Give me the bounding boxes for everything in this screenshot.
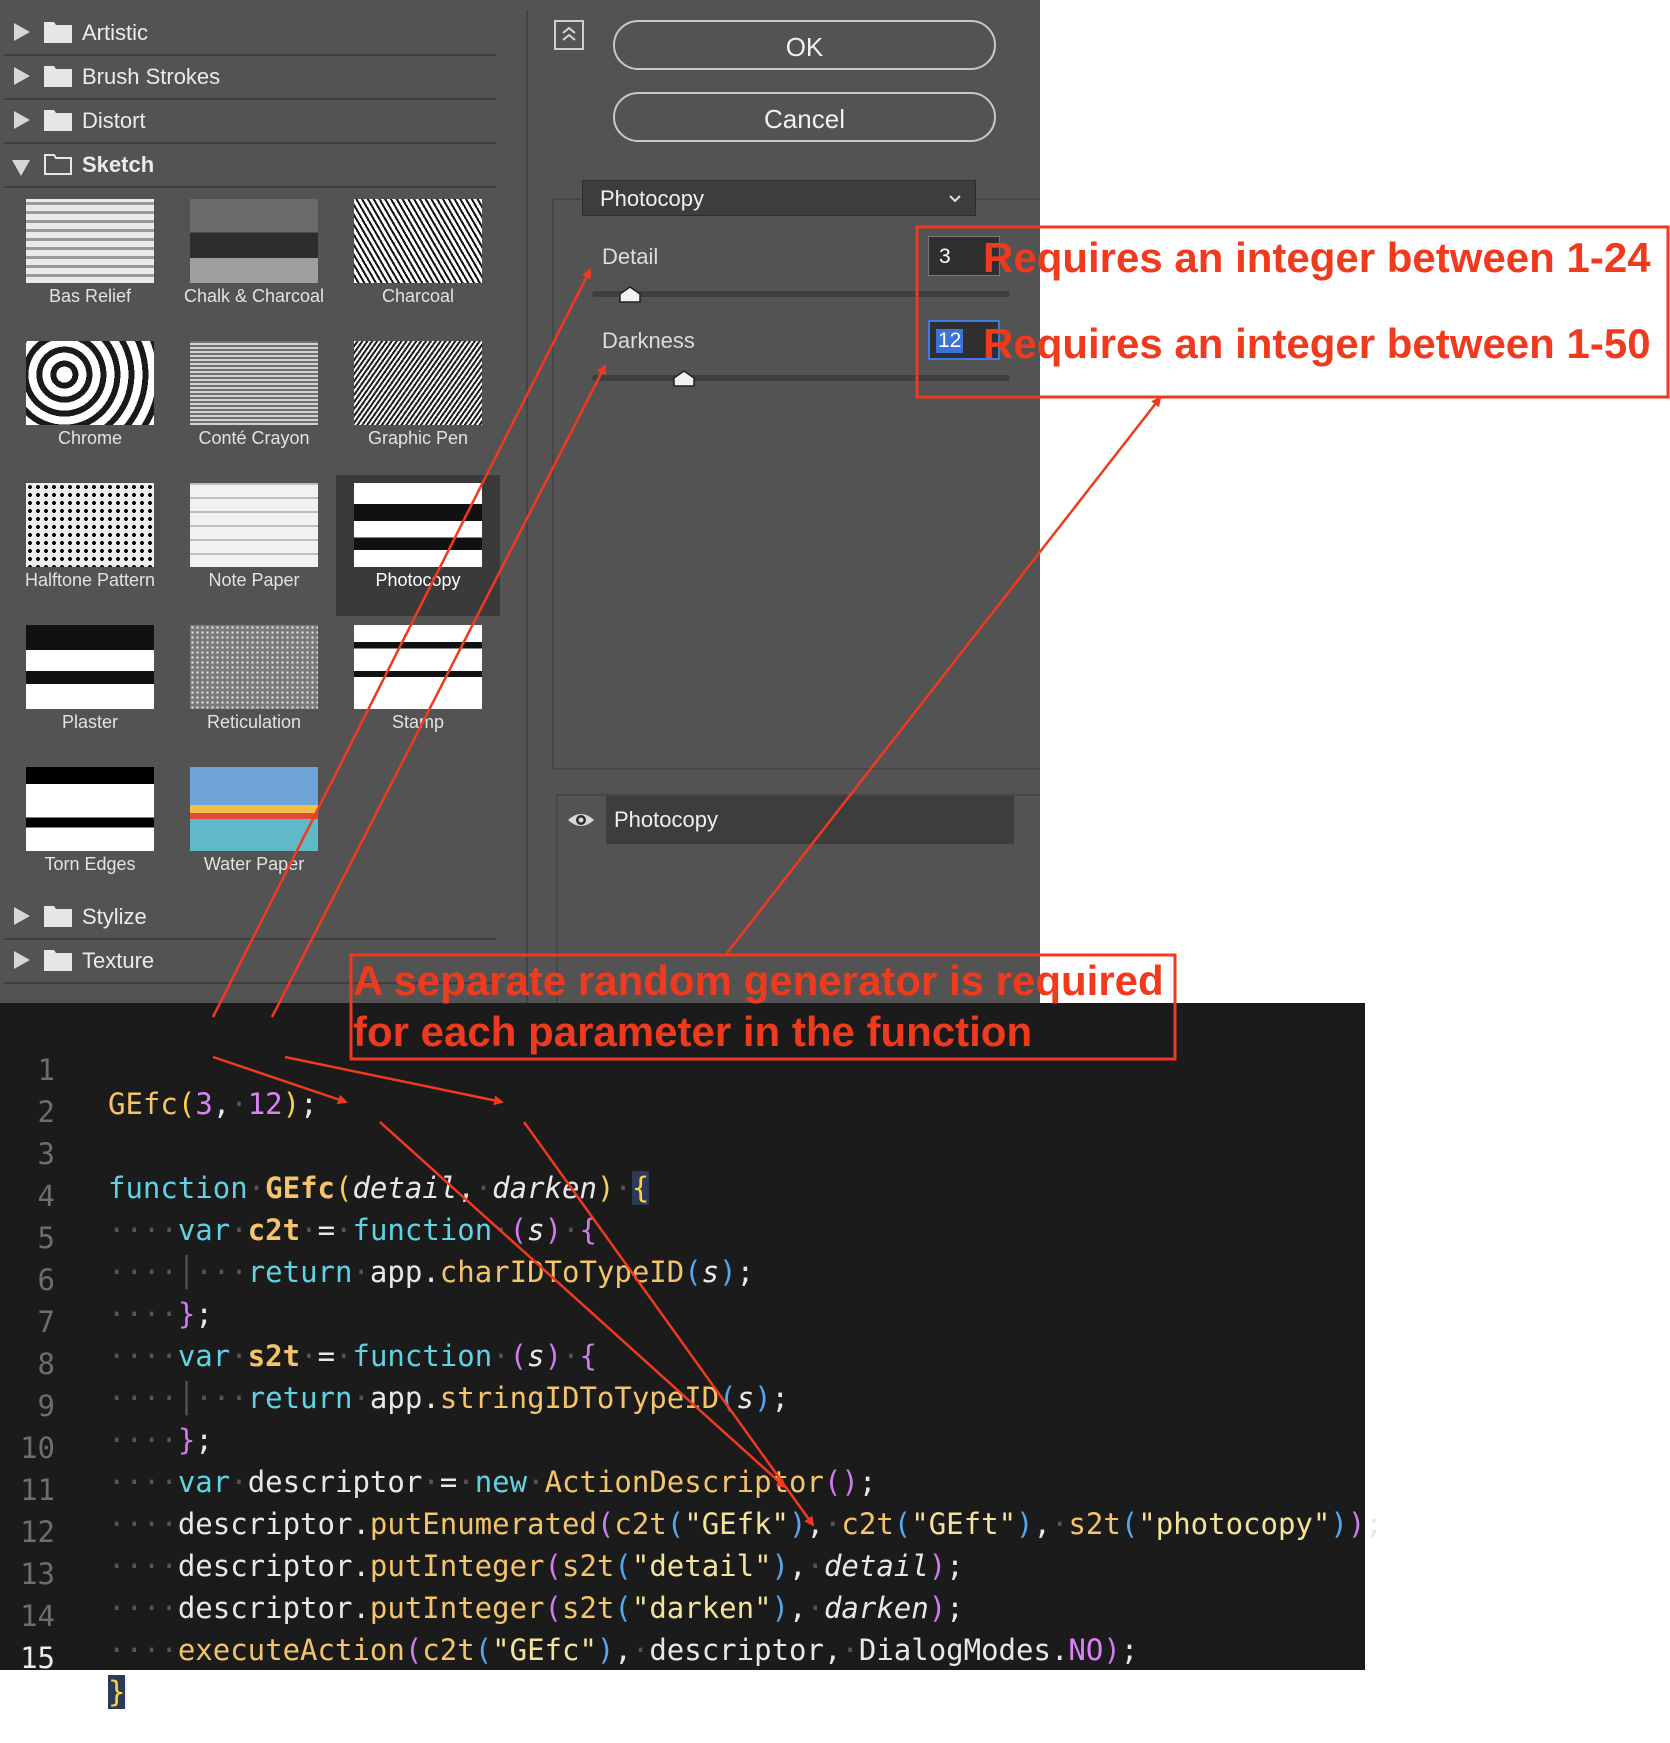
random-generator-annotation-line2: for each parameter in the function bbox=[353, 1008, 1033, 1055]
darkness-range-annotation: Requires an integer between 1-50 bbox=[983, 320, 1651, 367]
text-cursor bbox=[125, 1677, 128, 1711]
detail-range-annotation: Requires an integer between 1-24 bbox=[983, 234, 1651, 281]
annotation-arrow bbox=[379, 1121, 787, 1489]
annotation-arrow bbox=[726, 396, 1162, 954]
annotation-arrow bbox=[284, 1055, 504, 1106]
annotation-arrow bbox=[212, 1055, 348, 1105]
random-generator-annotation-line1: A separate random generator is required bbox=[353, 957, 1164, 1004]
annotation-arrow bbox=[522, 1121, 815, 1527]
annotation-arrow bbox=[211, 268, 592, 1018]
annotation-arrow bbox=[270, 364, 607, 1018]
